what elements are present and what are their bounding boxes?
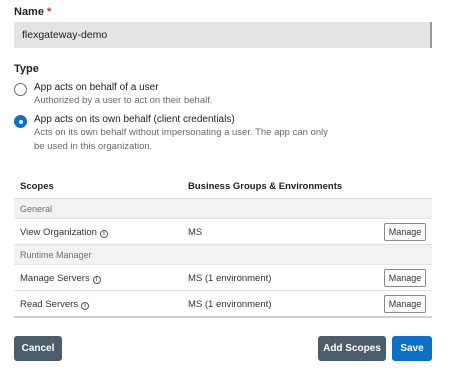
name-input[interactable]: flexgateway-demo [14, 22, 432, 48]
name-label: Name * [14, 6, 51, 18]
scope-cell: Read Servers i [20, 299, 90, 310]
required-mark: * [47, 6, 52, 18]
radio-option-user[interactable]: App acts on behalf of a user Authorized … [14, 81, 334, 108]
table-row: Manage Servers i MS (1 environment) Manag… [14, 264, 432, 290]
info-icon[interactable]: i [81, 302, 90, 310]
scope-name: Read Servers [20, 299, 79, 310]
group-row-general: General [14, 198, 432, 218]
radio-title-client-credentials: App acts on its own behalf (client crede… [34, 114, 235, 125]
radio-button-client-credentials[interactable] [14, 115, 27, 128]
radio-option-client-credentials[interactable]: App acts on its own behalf (client crede… [14, 113, 334, 154]
scope-name: View Organization [20, 227, 97, 238]
table-row: Read Servers i MS (1 environment) Manage [14, 290, 432, 316]
scopes-table: Scopes Business Groups & Environments Ge… [14, 174, 432, 318]
cancel-button[interactable]: Cancel [14, 336, 62, 361]
radio-button-user[interactable] [14, 83, 27, 96]
table-header: Scopes Business Groups & Environments [14, 174, 432, 198]
radio-title-user: App acts on behalf of a user [34, 82, 159, 93]
table-bottom-border [14, 316, 432, 318]
manage-button[interactable]: Manage [384, 223, 426, 241]
group-row-runtime-manager: Runtime Manager [14, 244, 432, 264]
table-row: View Organization i MS Manage [14, 218, 432, 244]
env-cell: MS (1 environment) [188, 273, 272, 284]
info-icon[interactable]: i [99, 230, 108, 238]
env-cell: MS [188, 227, 203, 238]
radio-desc-user: Authorized by a user to act on their beh… [34, 95, 213, 106]
env-cell: MS (1 environment) [188, 299, 272, 310]
name-label-text: Name [14, 6, 44, 18]
header-groups: Business Groups & Environments [188, 181, 343, 192]
manage-button[interactable]: Manage [384, 295, 426, 313]
scope-name: Manage Servers [20, 273, 90, 284]
manage-button[interactable]: Manage [384, 269, 426, 287]
info-icon[interactable]: i [92, 276, 101, 284]
radio-desc-client-credentials: Acts on its own behalf without impersona… [34, 127, 328, 152]
type-label: Type [14, 63, 39, 75]
add-scopes-button[interactable]: Add Scopes [318, 336, 386, 361]
save-button[interactable]: Save [392, 336, 432, 361]
scope-cell: Manage Servers i [20, 273, 101, 284]
scope-cell: View Organization i [20, 227, 108, 238]
header-scopes: Scopes [20, 181, 54, 192]
